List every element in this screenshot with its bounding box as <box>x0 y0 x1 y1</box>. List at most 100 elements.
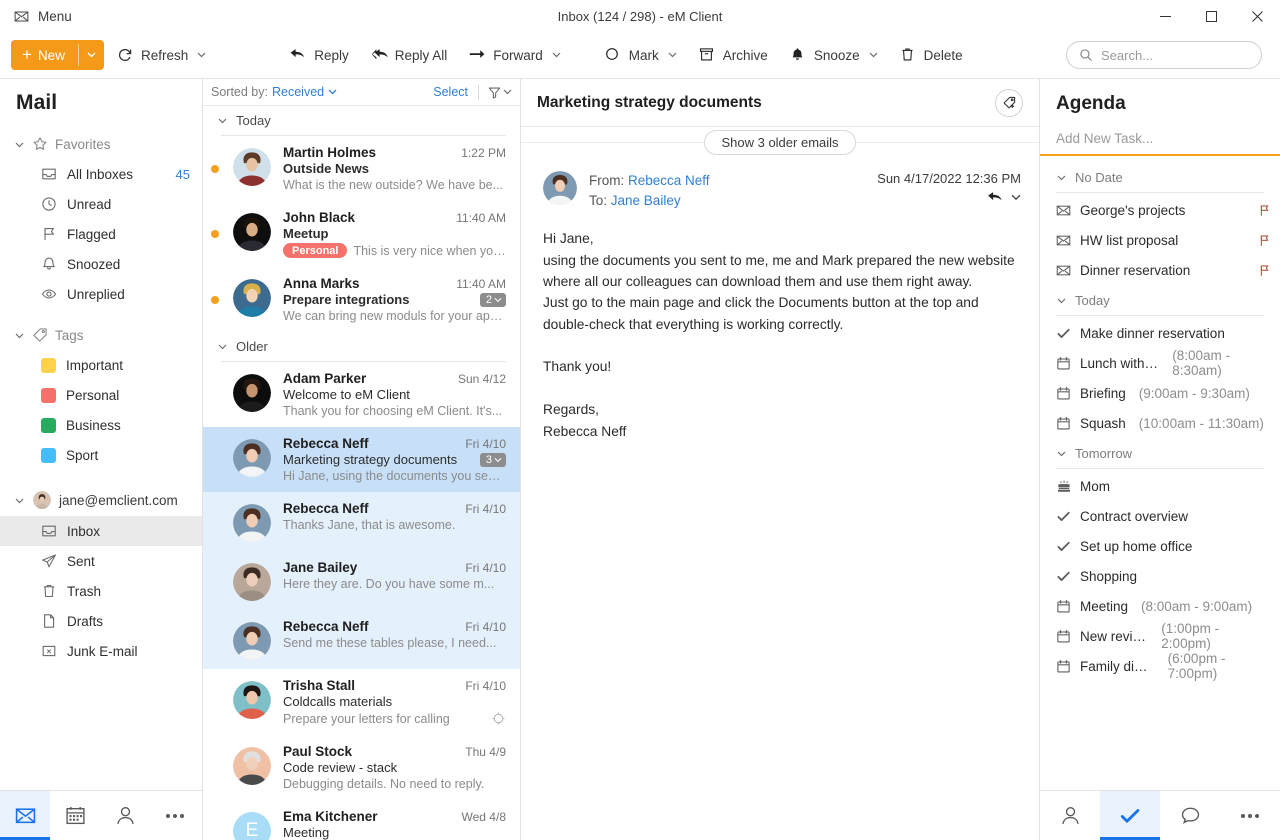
flag-icon[interactable] <box>1259 204 1270 217</box>
chevron-down-icon[interactable] <box>668 52 677 58</box>
sidebar-group-favorites[interactable]: Favorites <box>0 129 202 159</box>
search-box[interactable] <box>1066 41 1262 69</box>
snooze-button[interactable]: Snooze <box>781 39 887 71</box>
sidebar-group-tags[interactable]: Tags <box>0 320 202 350</box>
bell-icon <box>41 256 57 272</box>
agenda-item[interactable]: Contract overview <box>1040 501 1280 531</box>
message-list-scroll[interactable]: TodayMartin Holmes1:22 PMOutside NewsWha… <box>203 106 520 840</box>
agenda-item[interactable]: Squash(10:00am - 11:30am) <box>1040 408 1280 438</box>
flag-icon[interactable] <box>1259 234 1270 247</box>
nav-calendar-button[interactable] <box>50 791 100 840</box>
message-list-item[interactable]: Anna Marks11:40 AMPrepare integrations2W… <box>203 267 520 332</box>
search-input[interactable] <box>1101 48 1249 63</box>
message-list-item[interactable]: Adam ParkerSun 4/12Welcome to eM ClientT… <box>203 362 520 427</box>
message-list-item[interactable]: John Black11:40 AMMeetupPersonalThis is … <box>203 201 520 267</box>
message-row-preview: Thank you for choosing eM Client. It's..… <box>283 404 506 418</box>
sidebar-tag-business[interactable]: Business <box>0 410 202 440</box>
close-button[interactable] <box>1234 0 1280 32</box>
reply-all-button[interactable]: Reply All <box>362 39 457 71</box>
add-new-task-input[interactable]: Add New Task... <box>1040 131 1280 156</box>
agenda-item[interactable]: Briefing(9:00am - 9:30am) <box>1040 378 1280 408</box>
message-list-item[interactable]: EEma KitchenerWed 4/8MeetingThank you ms… <box>203 800 520 840</box>
message-list-item[interactable]: Rebecca NeffFri 4/10Send me these tables… <box>203 610 520 669</box>
to-value[interactable]: Jane Bailey <box>611 193 681 208</box>
agenda-scroll[interactable]: No DateGeorge's projectsHW list proposal… <box>1040 156 1280 790</box>
flag-icon[interactable] <box>1259 264 1270 277</box>
sort-value[interactable]: Received <box>272 85 324 99</box>
forward-button[interactable]: Forward <box>460 39 570 71</box>
agenda-item[interactable]: HW list proposal <box>1040 225 1280 255</box>
chevron-down-icon[interactable] <box>869 52 878 58</box>
message-list-item[interactable]: Rebecca NeffFri 4/10Marketing strategy d… <box>203 427 520 492</box>
chevron-down-icon[interactable] <box>328 89 337 95</box>
add-tag-button[interactable] <box>995 89 1023 117</box>
show-older-emails-button[interactable]: Show 3 older emails <box>704 130 855 155</box>
thread-count-badge[interactable]: 2 <box>480 293 506 307</box>
refresh-icon <box>117 47 133 63</box>
chevron-down-icon[interactable] <box>197 52 206 58</box>
agenda-item[interactable]: Meeting(8:00am - 9:00am) <box>1040 591 1280 621</box>
message-list-item[interactable]: Jane BaileyFri 4/10Here they are. Do you… <box>203 551 520 610</box>
sidebar-account[interactable]: jane@emclient.com <box>0 484 202 516</box>
new-dropdown-toggle[interactable] <box>79 40 104 70</box>
chevron-down-icon[interactable] <box>1011 194 1021 201</box>
sidebar-folder-sent[interactable]: Sent <box>0 546 202 576</box>
agenda-item[interactable]: Lunch with Joe(8:00am - 8:30am) <box>1040 348 1280 378</box>
from-value[interactable]: Rebecca Neff <box>628 173 710 188</box>
message-section-header[interactable]: Today <box>203 106 520 135</box>
sidebar-tag-sport[interactable]: Sport <box>0 440 202 470</box>
delete-button[interactable]: Delete <box>891 39 972 71</box>
message-row-subject: Prepare integrations2 <box>283 292 506 307</box>
nav-contacts-button[interactable] <box>100 791 150 840</box>
new-button[interactable]: + New <box>11 40 104 70</box>
message-list-item[interactable]: Martin Holmes1:22 PMOutside NewsWhat is … <box>203 136 520 201</box>
message-list-item[interactable]: Rebecca NeffFri 4/10Thanks Jane, that is… <box>203 492 520 551</box>
sidebar-folder-inbox[interactable]: Inbox <box>0 516 202 546</box>
filter-button[interactable] <box>488 86 512 99</box>
sidebar-folder-drafts[interactable]: Drafts <box>0 606 202 636</box>
select-link[interactable]: Select <box>433 85 468 99</box>
message-preview: Prepare your letters for calling <box>283 712 450 726</box>
reply-icon[interactable] <box>987 190 1004 204</box>
minimize-button[interactable] <box>1142 0 1188 32</box>
thread-count-badge[interactable]: 3 <box>480 453 506 467</box>
agenda-nav-more-button[interactable] <box>1220 791 1280 840</box>
agenda-item[interactable]: George's projects <box>1040 195 1280 225</box>
agenda-item[interactable]: Make dinner reservation <box>1040 318 1280 348</box>
refresh-button[interactable]: Refresh <box>108 39 215 71</box>
check-icon <box>1056 569 1071 584</box>
mark-button[interactable]: Mark <box>596 39 686 71</box>
message-section-header[interactable]: Older <box>203 332 520 361</box>
chevron-down-icon[interactable] <box>552 52 561 58</box>
agenda-nav-chat-button[interactable] <box>1160 791 1220 840</box>
agenda-nav-contacts-button[interactable] <box>1040 791 1100 840</box>
sidebar-item-flagged[interactable]: Flagged <box>0 219 202 249</box>
sidebar-item-snoozed[interactable]: Snoozed <box>0 249 202 279</box>
sidebar-tag-personal[interactable]: Personal <box>0 380 202 410</box>
message-list-item[interactable]: Trisha StallFri 4/10Coldcalls materialsP… <box>203 669 520 735</box>
agenda-item[interactable]: Family dinner(6:00pm - 7:00pm) <box>1040 651 1280 681</box>
sidebar-folder-junk-e-mail[interactable]: Junk E-mail <box>0 636 202 666</box>
maximize-button[interactable] <box>1188 0 1234 32</box>
nav-more-button[interactable] <box>150 791 200 840</box>
sidebar-item-unread[interactable]: Unread <box>0 189 202 219</box>
agenda-item[interactable]: Dinner reservation <box>1040 255 1280 285</box>
agenda-item[interactable]: Mom <box>1040 471 1280 501</box>
message-list-item[interactable]: Paul StockThu 4/9Code review - stackDebu… <box>203 735 520 800</box>
sidebar-item-all-inboxes[interactable]: All Inboxes45 <box>0 159 202 189</box>
agenda-item[interactable]: Set up home office <box>1040 531 1280 561</box>
sidebar-item-unreplied[interactable]: Unreplied <box>0 279 202 309</box>
nav-mail-button[interactable] <box>0 791 50 840</box>
agenda-item[interactable]: Shopping <box>1040 561 1280 591</box>
sidebar-tag-important[interactable]: Important <box>0 350 202 380</box>
sidebar-folder-trash[interactable]: Trash <box>0 576 202 606</box>
menu-button[interactable]: Menu <box>0 0 84 32</box>
agenda-section-header[interactable]: Today <box>1040 285 1280 315</box>
agenda-section-header[interactable]: Tomorrow <box>1040 438 1280 468</box>
archive-button[interactable]: Archive <box>690 39 777 71</box>
agenda-nav-tasks-button[interactable] <box>1100 791 1160 840</box>
agenda-section-header[interactable]: No Date <box>1040 162 1280 192</box>
agenda-item[interactable]: New review(1:00pm - 2:00pm) <box>1040 621 1280 651</box>
reply-button[interactable]: Reply <box>281 39 358 71</box>
flag-icon <box>41 226 57 242</box>
